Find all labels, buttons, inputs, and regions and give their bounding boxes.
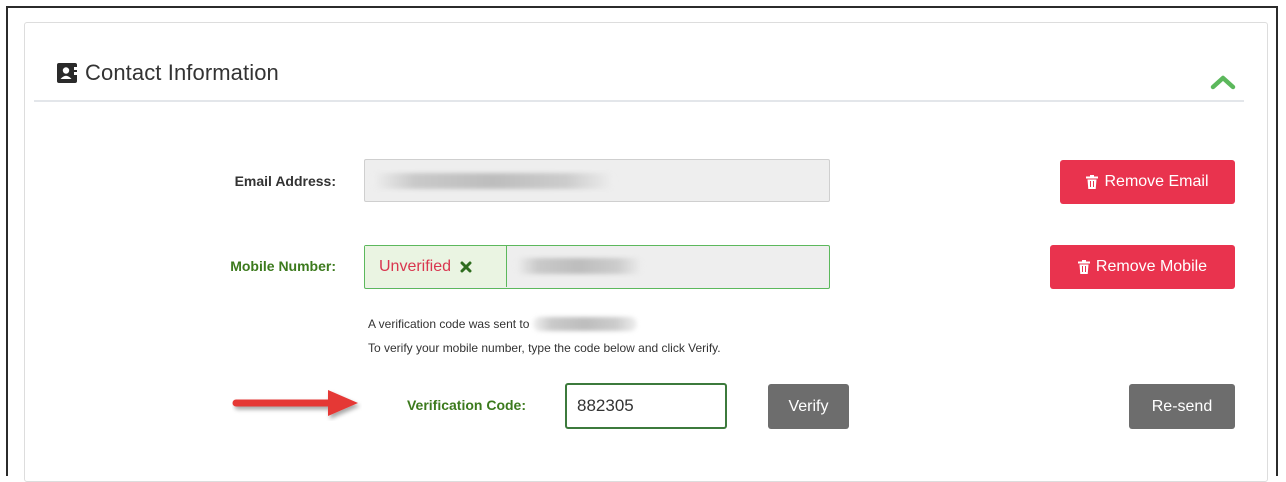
mobile-label: Mobile Number: (230, 258, 336, 274)
sent-number-redacted (532, 316, 639, 331)
unverified-text: Unverified (379, 257, 452, 275)
trash-icon (1086, 175, 1099, 189)
contact-card-icon (57, 63, 78, 83)
email-field[interactable] (364, 159, 830, 202)
verification-instructions: To verify your mobile number, type the c… (368, 341, 721, 355)
resend-button[interactable]: Re-send (1129, 384, 1235, 429)
remove-mobile-label: Remove Mobile (1095, 258, 1208, 275)
verification-sent-label: A verification code was sent to (368, 317, 530, 331)
verification-sent-text: A verification code was sent to (368, 316, 639, 331)
panel-header[interactable]: Contact Information (34, 50, 1244, 102)
email-label: Email Address: (234, 173, 336, 189)
verification-code-input[interactable] (565, 383, 727, 429)
email-redacted (371, 173, 615, 189)
mobile-redacted (515, 258, 643, 274)
remove-mobile-button[interactable]: Remove Mobile (1050, 245, 1235, 289)
unverified-badge: Unverified (365, 246, 507, 287)
verification-code-label: Verification Code: (406, 397, 526, 413)
panel-title-text: Contact Information (85, 60, 279, 85)
panel-title: Contact Information (56, 60, 279, 86)
chevron-up-icon[interactable] (1210, 74, 1236, 90)
trash-icon (1077, 260, 1090, 274)
red-arrow-annotation (232, 390, 358, 416)
times-icon (460, 261, 472, 272)
remove-email-label: Remove Email (1104, 173, 1209, 190)
mobile-number-group[interactable]: Unverified (364, 245, 830, 289)
remove-email-button[interactable]: Remove Email (1060, 160, 1235, 204)
verify-button[interactable]: Verify (768, 384, 849, 429)
